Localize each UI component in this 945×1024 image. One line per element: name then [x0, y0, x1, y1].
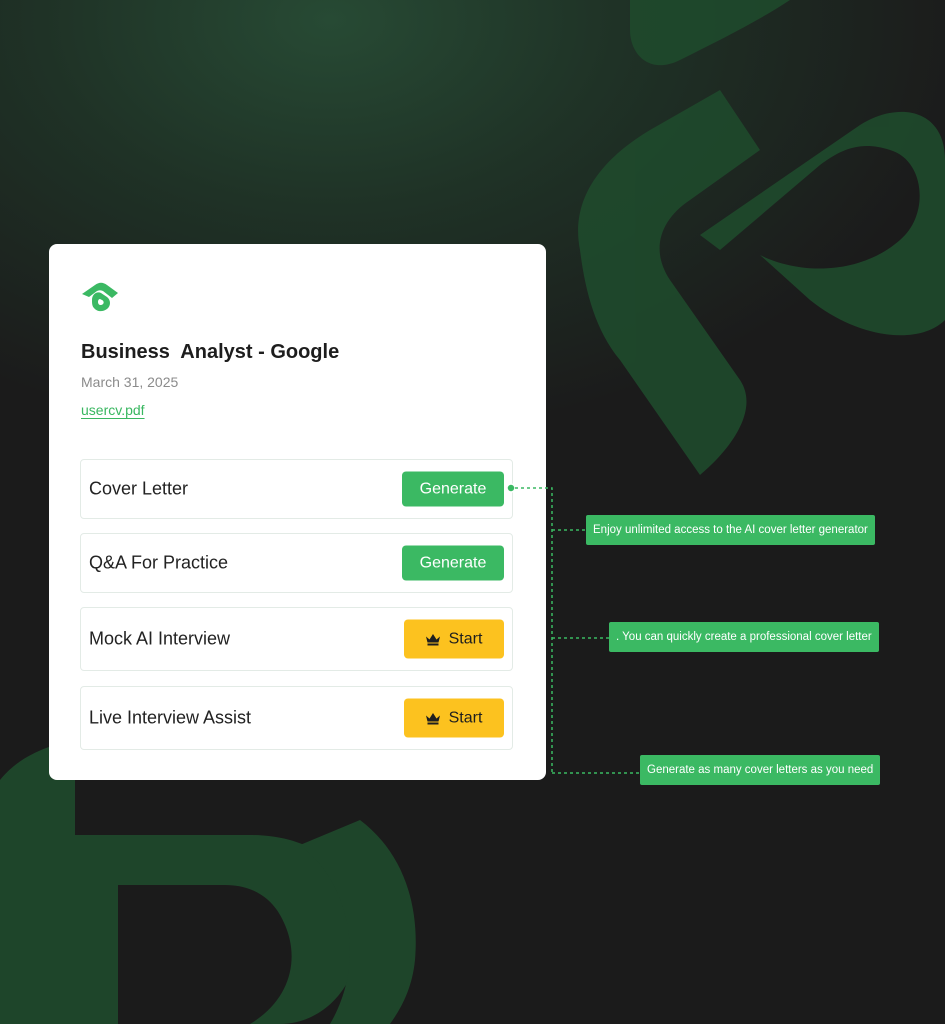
connector-dot — [506, 483, 516, 493]
callout-unlimited-access: Enjoy unlimited access to the AI cover l… — [586, 515, 875, 545]
callout-connectors — [506, 483, 641, 774]
connector-trunk — [515, 487, 553, 773]
callout-quick-create: . You can quickly create a professional … — [609, 622, 879, 652]
callout-generate-many: Generate as many cover letters as you ne… — [640, 755, 881, 785]
